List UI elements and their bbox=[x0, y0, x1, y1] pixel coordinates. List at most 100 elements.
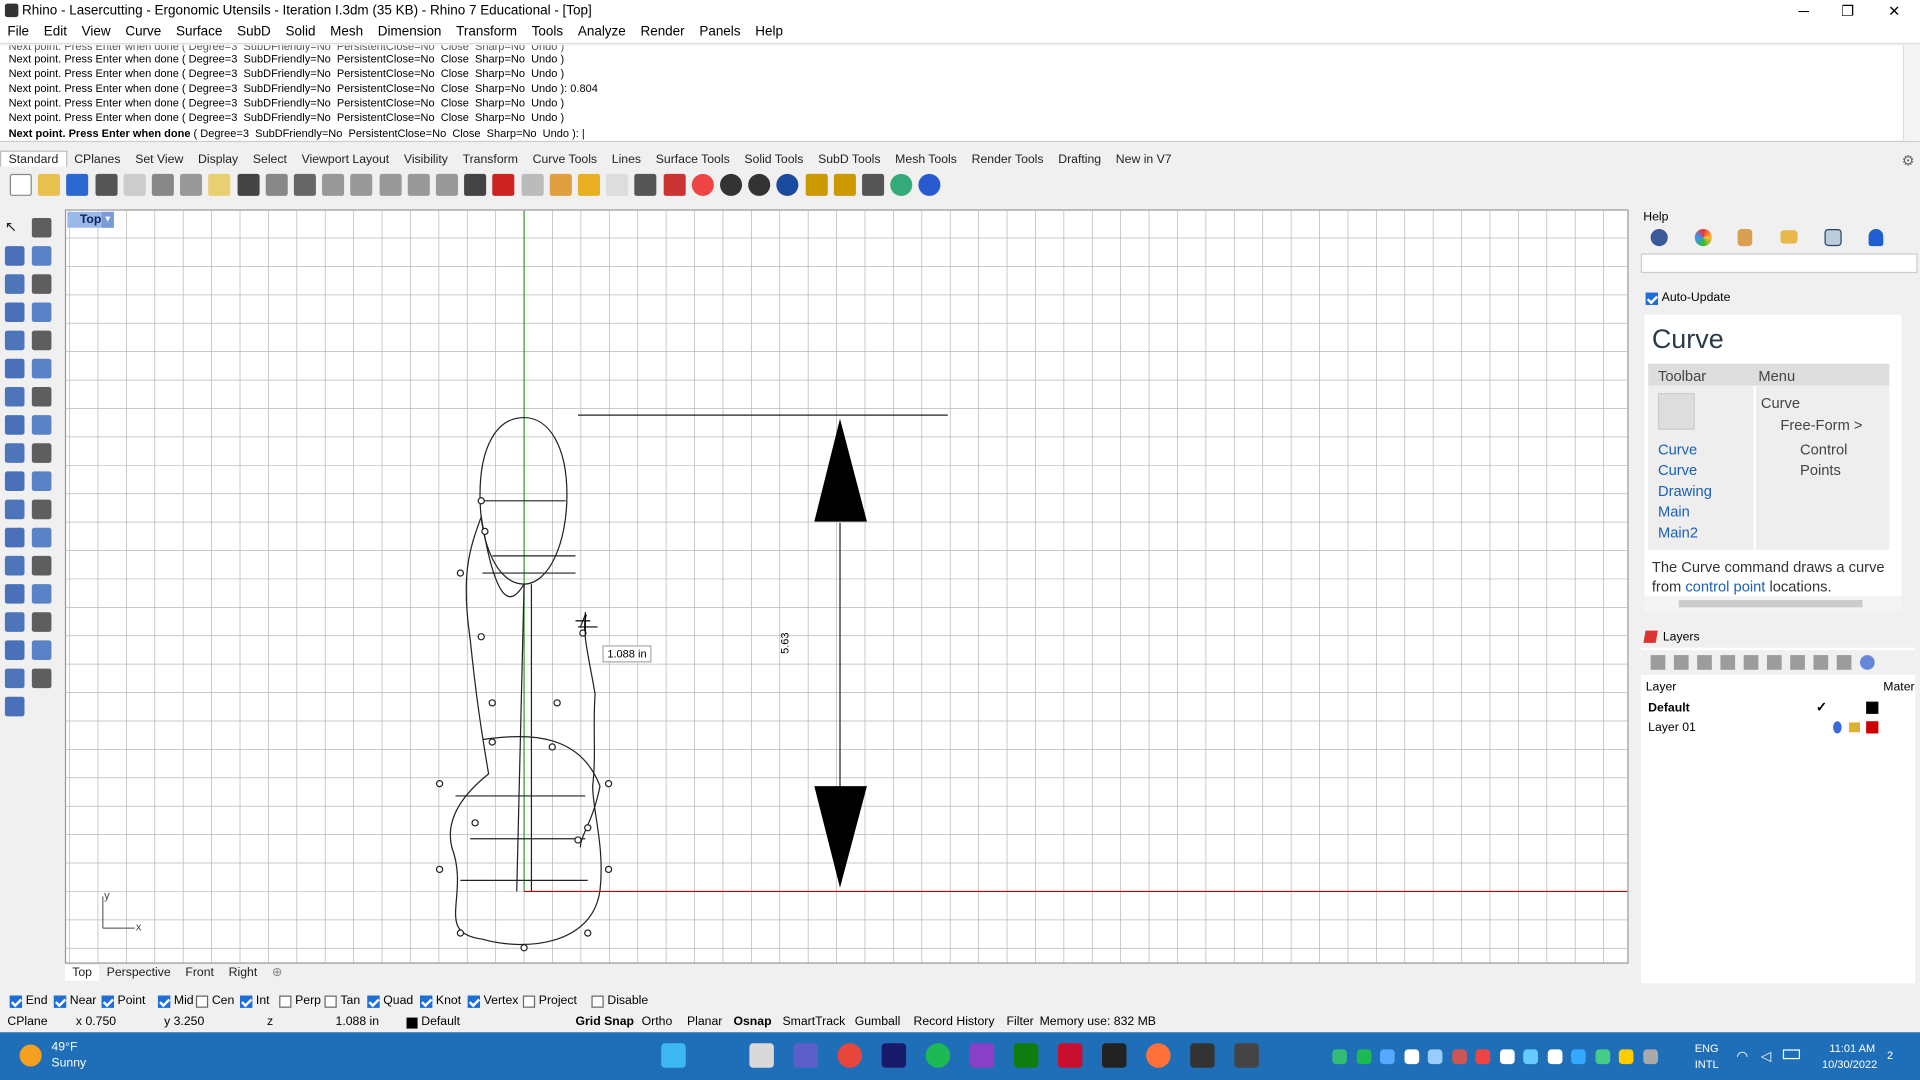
render-icon[interactable] bbox=[663, 173, 686, 196]
status-layer[interactable]: Default bbox=[421, 1015, 460, 1028]
clock-date[interactable]: 10/30/2022 bbox=[1822, 1058, 1877, 1070]
menu-edit[interactable]: Edit bbox=[36, 22, 74, 39]
notifications-bell-icon[interactable] bbox=[1868, 228, 1884, 247]
layer-color-swatch[interactable] bbox=[1866, 701, 1879, 714]
paint-bucket-icon[interactable] bbox=[4, 696, 25, 717]
osnap-checkbox[interactable] bbox=[467, 994, 481, 1008]
osnap-knot[interactable]: Knot bbox=[420, 994, 461, 1008]
tab-render-tools[interactable]: Render Tools bbox=[964, 152, 1051, 166]
command-history[interactable]: Next point. Press Enter when done ( Degr… bbox=[0, 45, 1920, 143]
help-link-curve[interactable]: Curve bbox=[1658, 460, 1712, 481]
tray-icon-9[interactable] bbox=[1547, 1049, 1562, 1065]
check-icon[interactable] bbox=[4, 668, 25, 689]
menu-analyze[interactable]: Analyze bbox=[571, 22, 634, 39]
car-render-icon[interactable] bbox=[492, 173, 515, 196]
rhino-taskbar-icon[interactable] bbox=[1102, 1043, 1127, 1068]
menu-tools[interactable]: Tools bbox=[524, 22, 570, 39]
zoom-icon[interactable] bbox=[322, 173, 345, 196]
osnap-checkbox[interactable] bbox=[101, 994, 114, 1008]
libraries-tab-icon[interactable] bbox=[1780, 230, 1798, 244]
move-to-parent-icon[interactable] bbox=[1766, 655, 1782, 670]
solidworks-taskbar-icon[interactable] bbox=[1057, 1043, 1083, 1068]
control-point-curve-icon[interactable] bbox=[31, 246, 52, 266]
toggle-smarttrack[interactable]: SmartTrack bbox=[782, 1015, 845, 1028]
view-tab-right[interactable]: Right bbox=[221, 965, 264, 981]
menu-solid[interactable]: Solid bbox=[278, 22, 323, 39]
add-viewport-icon[interactable]: ⊕ bbox=[265, 965, 290, 981]
osnap-checkbox[interactable] bbox=[53, 994, 67, 1008]
cylinder-icon[interactable] bbox=[4, 415, 25, 435]
menu-mesh[interactable]: Mesh bbox=[323, 22, 371, 39]
lock-icon[interactable] bbox=[634, 173, 657, 196]
rotate-view-icon[interactable] bbox=[435, 173, 458, 196]
maximize-button[interactable]: ❐ bbox=[1829, 1, 1866, 21]
text-dot-icon[interactable] bbox=[31, 640, 52, 661]
array-icon[interactable] bbox=[31, 555, 52, 576]
help-link-curve[interactable]: Curve bbox=[1658, 440, 1712, 461]
menu-surface[interactable]: Surface bbox=[169, 22, 230, 39]
tab-lines[interactable]: Lines bbox=[604, 152, 648, 166]
circle-options-icon[interactable] bbox=[31, 274, 52, 294]
osnap-tan[interactable]: Tan bbox=[324, 994, 360, 1008]
osnap-checkbox[interactable] bbox=[279, 994, 292, 1008]
sphere-icon[interactable] bbox=[31, 386, 52, 407]
paste-icon[interactable] bbox=[208, 173, 231, 196]
pan-icon[interactable] bbox=[265, 173, 288, 196]
control-point-link[interactable]: control point bbox=[1685, 578, 1765, 595]
adobe-after-effects-taskbar-icon[interactable] bbox=[881, 1043, 907, 1068]
lang-layout[interactable]: INTL bbox=[1695, 1058, 1719, 1070]
menu-render[interactable]: Render bbox=[633, 22, 692, 39]
viewport-menu-chevron-icon[interactable]: ▼ bbox=[101, 211, 114, 228]
boolean-union-icon[interactable] bbox=[4, 499, 25, 520]
menu-panels[interactable]: Panels bbox=[692, 22, 748, 39]
four-view-icon[interactable] bbox=[464, 173, 487, 196]
current-layer-check-icon[interactable]: ✓ bbox=[1816, 699, 1827, 715]
lang-code[interactable]: ENG bbox=[1695, 1042, 1719, 1054]
tray-icon-4[interactable] bbox=[1427, 1049, 1443, 1065]
menu-subd[interactable]: SubD bbox=[230, 22, 278, 39]
top-viewport[interactable]: 5.63 y x Top ▼ 1.088 in bbox=[64, 209, 1629, 964]
podcasts-taskbar-icon[interactable] bbox=[969, 1043, 995, 1068]
help-link-main[interactable]: Main bbox=[1658, 502, 1712, 523]
tab-viewport-layout[interactable]: Viewport Layout bbox=[294, 152, 396, 166]
import-icon[interactable] bbox=[123, 173, 146, 196]
tab-cplanes[interactable]: CPlanes bbox=[67, 152, 128, 166]
color-wheel-icon[interactable] bbox=[691, 173, 714, 196]
rectangle-icon[interactable] bbox=[31, 302, 52, 323]
toggle-grid-snap[interactable]: Grid Snap bbox=[576, 1015, 635, 1028]
snap-icon[interactable] bbox=[577, 173, 601, 196]
help-hscroll[interactable] bbox=[1644, 596, 1902, 612]
toggle-record-history[interactable]: Record History bbox=[913, 1015, 994, 1028]
extrude-icon[interactable] bbox=[4, 358, 25, 379]
menu-transform[interactable]: Transform bbox=[449, 22, 525, 39]
firefox-taskbar-icon[interactable] bbox=[1146, 1043, 1171, 1068]
viewport-canvas[interactable]: 5.63 y x bbox=[66, 210, 1628, 964]
osnap-checkbox[interactable] bbox=[240, 994, 253, 1008]
osnap-checkbox[interactable] bbox=[195, 994, 209, 1008]
osnap-point[interactable]: Point bbox=[101, 994, 145, 1008]
scale-icon[interactable] bbox=[4, 612, 25, 632]
move-up-icon[interactable] bbox=[1720, 655, 1736, 670]
properties-tab-icon[interactable] bbox=[1650, 228, 1668, 247]
tray-icon-10[interactable] bbox=[1571, 1049, 1586, 1065]
osnap-disable[interactable]: Disable bbox=[591, 994, 648, 1008]
tab-set-view[interactable]: Set View bbox=[128, 152, 191, 166]
print-icon[interactable] bbox=[95, 173, 118, 196]
minimize-button[interactable]: ─ bbox=[1785, 1, 1822, 21]
layer-tools-icon[interactable] bbox=[1813, 655, 1829, 670]
menu-curve[interactable]: Curve bbox=[118, 22, 169, 39]
osnap-checkbox[interactable] bbox=[522, 994, 536, 1008]
new-layer-icon[interactable] bbox=[1650, 655, 1666, 670]
teams-taskbar-icon[interactable] bbox=[793, 1043, 818, 1068]
tab-subd-tools[interactable]: SubD Tools bbox=[811, 152, 888, 166]
menu-view[interactable]: View bbox=[74, 22, 118, 39]
tab-solid-tools[interactable]: Solid Tools bbox=[737, 152, 811, 166]
help-icon[interactable] bbox=[1860, 655, 1875, 670]
save-icon[interactable] bbox=[66, 173, 89, 196]
layer-row[interactable]: Default ✓ bbox=[1641, 699, 1915, 719]
tray-icon-8[interactable] bbox=[1523, 1049, 1538, 1065]
blend-icon[interactable] bbox=[31, 527, 52, 548]
open-file-icon[interactable] bbox=[38, 173, 61, 196]
osnap-checkbox[interactable] bbox=[9, 994, 23, 1008]
view-tab-front[interactable]: Front bbox=[178, 965, 221, 981]
